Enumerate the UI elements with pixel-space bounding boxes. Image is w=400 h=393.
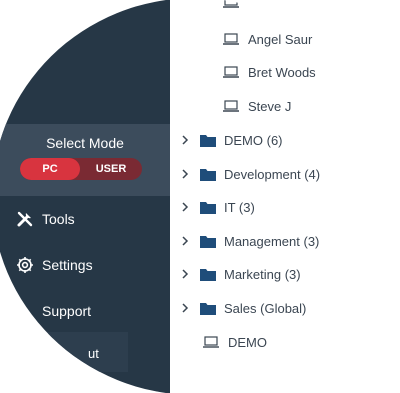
laptop-icon bbox=[222, 0, 240, 8]
tree-device-item[interactable]: DEMO bbox=[202, 332, 267, 352]
folder-icon bbox=[200, 168, 216, 181]
chevron-right-icon[interactable] bbox=[178, 298, 192, 318]
laptop-icon bbox=[222, 100, 240, 112]
folder-icon bbox=[200, 235, 216, 248]
laptop-icon bbox=[222, 66, 240, 78]
tree-group-development[interactable]: Development (4) bbox=[178, 164, 320, 184]
sidebar-item-label: ut bbox=[88, 346, 99, 361]
group-label: Marketing (3) bbox=[224, 266, 301, 282]
group-label: Sales (Global) bbox=[224, 300, 307, 316]
tree-group-it[interactable]: IT (3) bbox=[178, 197, 255, 217]
device-label: Angel Saur bbox=[248, 31, 313, 47]
device-tree: Angel Saur Bret Woods Steve J DEMO (6) D… bbox=[178, 0, 397, 391]
device-label: DEMO bbox=[228, 334, 267, 350]
tree-device-item[interactable]: Angel Saur bbox=[222, 29, 312, 49]
device-label: Bret Woods bbox=[248, 64, 316, 80]
device-label: Steve J bbox=[248, 98, 292, 114]
tree-group-sales[interactable]: Sales (Global) bbox=[178, 298, 306, 318]
tree-device-item-partial[interactable] bbox=[222, 0, 248, 12]
viewport-circle: Select Mode PC USER Tools Settings Suppo… bbox=[0, 0, 397, 393]
sidebar-item-support[interactable]: Support bbox=[14, 301, 91, 321]
gear-icon bbox=[14, 255, 36, 275]
sidebar-item-tools[interactable]: Tools bbox=[14, 209, 75, 229]
tree-device-item[interactable]: Steve J bbox=[222, 96, 291, 116]
mode-toggle[interactable]: PC USER bbox=[20, 158, 142, 180]
sidebar-item-label: Tools bbox=[42, 211, 75, 227]
sidebar-item-label: Settings bbox=[42, 257, 93, 273]
sidebar-item-label: Support bbox=[42, 303, 92, 319]
sidebar: Select Mode PC USER Tools Settings Suppo… bbox=[0, 0, 170, 393]
tree-group-demo[interactable]: DEMO (6) bbox=[178, 130, 283, 150]
group-label: IT (3) bbox=[224, 199, 255, 215]
sidebar-item-partial[interactable]: ut bbox=[48, 332, 128, 372]
chevron-right-icon[interactable] bbox=[178, 130, 192, 150]
group-label: Management (3) bbox=[224, 233, 320, 249]
tree-group-management[interactable]: Management (3) bbox=[178, 231, 319, 251]
sidebar-item-settings[interactable]: Settings bbox=[14, 255, 93, 275]
group-label: Development (4) bbox=[224, 166, 321, 182]
group-label: DEMO (6) bbox=[224, 132, 283, 148]
mode-title: Select Mode bbox=[46, 135, 124, 151]
chevron-right-icon[interactable] bbox=[178, 231, 192, 251]
support-icon bbox=[14, 301, 36, 321]
mode-panel: Select Mode PC USER bbox=[0, 124, 170, 196]
tree-device-item[interactable]: Bret Woods bbox=[222, 62, 316, 82]
folder-icon bbox=[200, 134, 216, 147]
folder-icon bbox=[200, 268, 216, 281]
folder-icon bbox=[200, 302, 216, 315]
laptop-icon bbox=[222, 33, 240, 45]
chevron-right-icon[interactable] bbox=[178, 264, 192, 284]
folder-icon bbox=[200, 201, 216, 214]
tools-icon bbox=[14, 209, 36, 229]
tree-group-marketing[interactable]: Marketing (3) bbox=[178, 264, 301, 284]
laptop-icon bbox=[202, 336, 220, 348]
chevron-right-icon[interactable] bbox=[178, 197, 192, 217]
mode-option-user[interactable]: USER bbox=[80, 158, 142, 180]
mode-option-pc[interactable]: PC bbox=[20, 158, 80, 180]
chevron-right-icon[interactable] bbox=[178, 164, 192, 184]
